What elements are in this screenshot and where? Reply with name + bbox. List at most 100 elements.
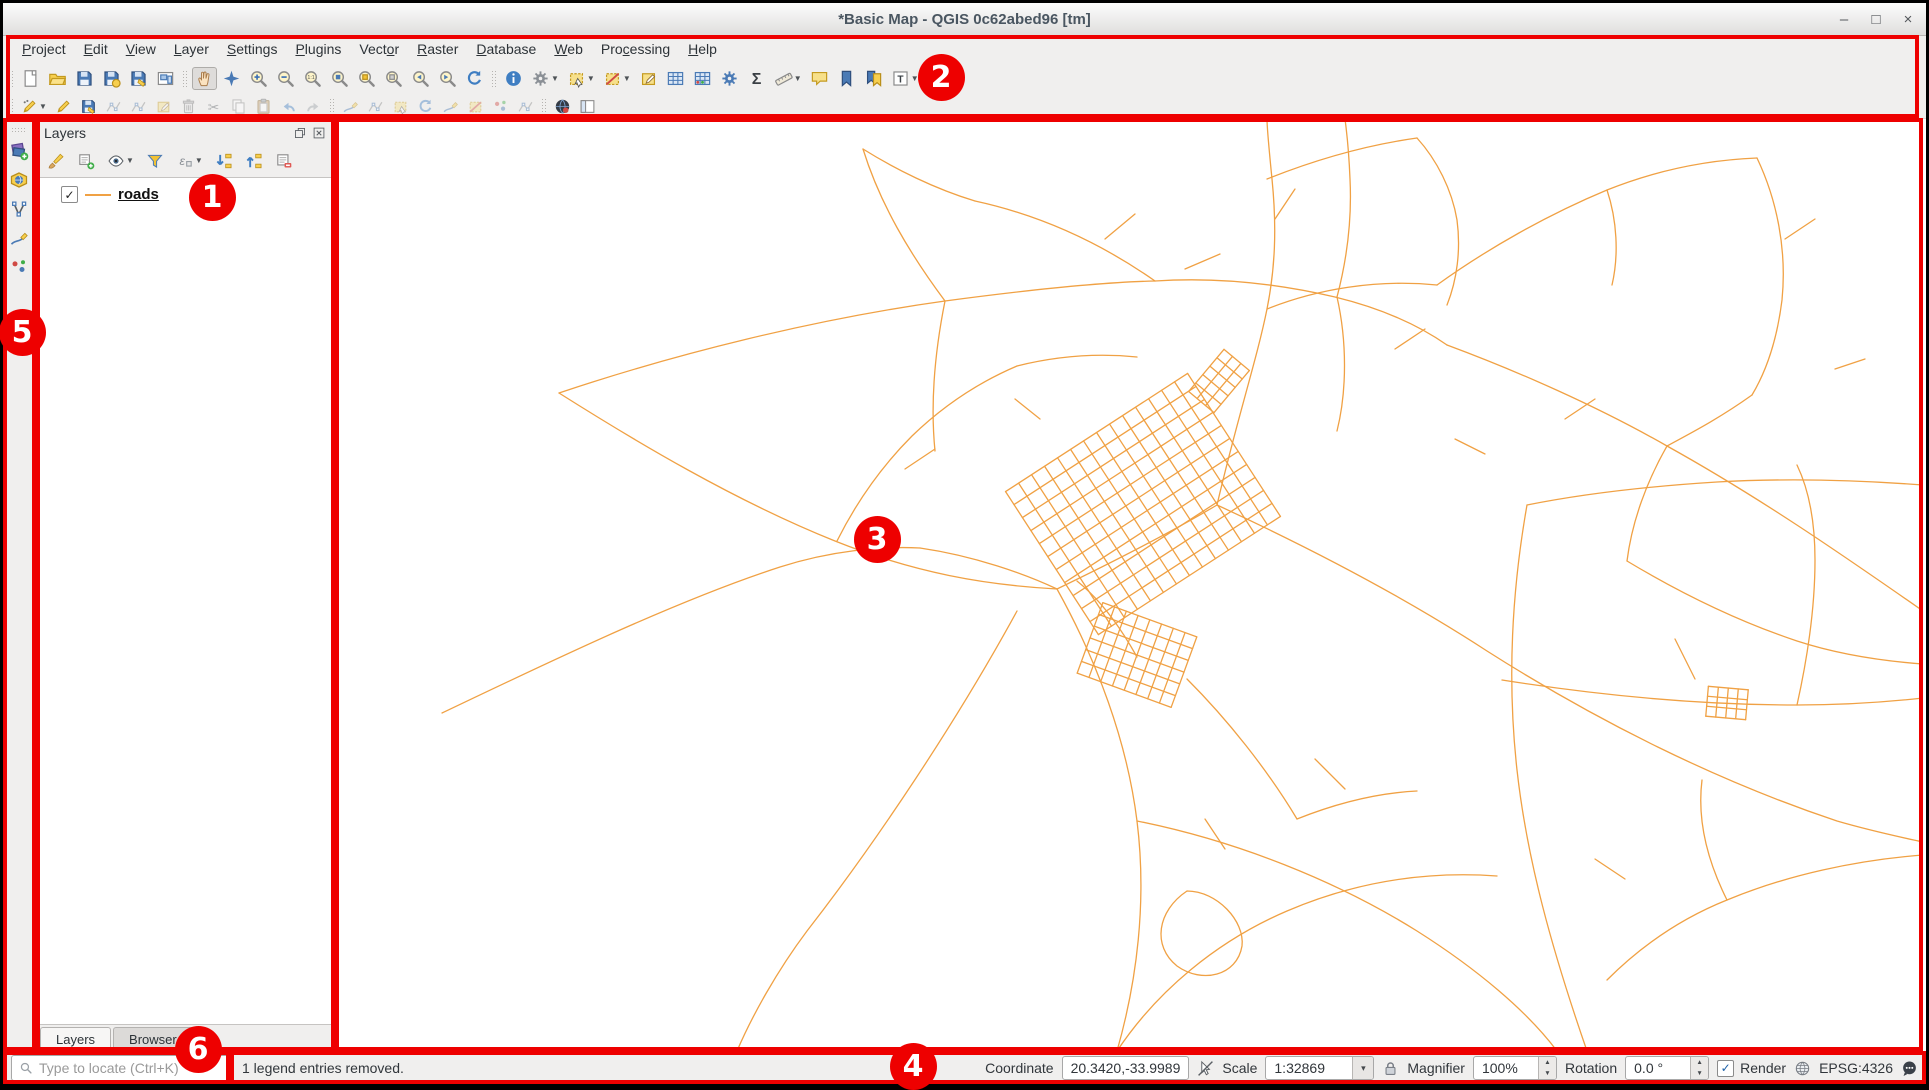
filter-by-expression-button[interactable]: ε▼ <box>173 150 206 172</box>
menu-view[interactable]: View <box>117 38 165 60</box>
open-attribute-table-button[interactable] <box>663 67 688 90</box>
coordinate-value[interactable]: 20.3420,-33.9989 <box>1062 1056 1190 1080</box>
menu-raster[interactable]: Raster <box>408 38 467 60</box>
add-ring-button[interactable] <box>464 96 487 117</box>
expand-all-button[interactable] <box>212 150 236 172</box>
layers-tree[interactable]: ✓ roads <box>38 177 332 1025</box>
run-feature-action-button[interactable]: ▼ <box>528 67 562 90</box>
paste-features-button[interactable] <box>252 96 275 117</box>
save-layer-edits-button[interactable] <box>77 96 100 117</box>
crs-globe-icon[interactable] <box>1794 1060 1811 1077</box>
zoom-last-button[interactable] <box>408 67 433 90</box>
new-print-layout-button[interactable] <box>153 67 178 90</box>
menu-settings[interactable]: Settings <box>218 38 287 60</box>
tab-layers[interactable]: Layers <box>40 1027 111 1051</box>
remove-layer-button[interactable] <box>272 150 296 172</box>
manage-map-themes-button[interactable]: ▼ <box>104 150 137 172</box>
deselect-features-button[interactable]: ▼ <box>600 67 634 90</box>
cut-features-button[interactable]: ✂ <box>202 96 225 117</box>
new-project-button[interactable] <box>18 67 43 90</box>
add-delimited-text-layer-button[interactable] <box>9 257 29 277</box>
save-project-as-button[interactable] <box>99 67 124 90</box>
undo-button[interactable] <box>277 96 300 117</box>
menu-vector[interactable]: Vector <box>350 38 408 60</box>
scale-combobox[interactable]: 1:32869 ▾ <box>1265 1056 1374 1080</box>
text-annotation-button[interactable]: T▼ <box>888 67 922 90</box>
vertex-tool-button[interactable] <box>127 96 150 117</box>
zoom-native-button[interactable]: 1:1 <box>300 67 325 90</box>
new-geopackage-layer-button[interactable] <box>9 228 29 248</box>
menu-help[interactable]: Help <box>679 38 726 60</box>
crs-label[interactable]: EPSG:4326 <box>1819 1060 1893 1076</box>
close-panel-icon[interactable] <box>312 126 326 140</box>
filter-legend-button[interactable] <box>143 150 167 172</box>
redo-button[interactable] <box>302 96 325 117</box>
select-features-button[interactable]: ▼ <box>564 67 598 90</box>
menu-web[interactable]: Web <box>545 38 592 60</box>
messages-icon[interactable] <box>1901 1060 1918 1077</box>
chevron-down-icon[interactable]: ▾ <box>1352 1057 1373 1079</box>
rotate-feature-button[interactable] <box>414 96 437 117</box>
open-data-source-manager-button[interactable] <box>9 141 29 161</box>
zoom-full-button[interactable] <box>327 67 352 90</box>
menu-edit[interactable]: Edit <box>75 38 117 60</box>
split-features-button[interactable] <box>364 96 387 117</box>
measure-line-button[interactable]: ▼ <box>771 67 805 90</box>
add-group-button[interactable] <box>74 150 98 172</box>
current-edits-button[interactable]: ▼ <box>18 96 50 117</box>
digitize-segment-button[interactable] <box>102 96 125 117</box>
save-project-button[interactable] <box>72 67 97 90</box>
identify-features-button[interactable] <box>501 67 526 90</box>
zoom-next-button[interactable] <box>435 67 460 90</box>
open-layer-styling-button[interactable] <box>44 150 68 172</box>
zoom-to-selection-button[interactable] <box>354 67 379 90</box>
zoom-to-layer-button[interactable] <box>381 67 406 90</box>
modify-attributes-button[interactable] <box>152 96 175 117</box>
zoom-in-button[interactable] <box>246 67 271 90</box>
refresh-map-button[interactable] <box>462 67 487 90</box>
toggle-editing-button[interactable] <box>52 96 75 117</box>
locator-search[interactable]: Type to locate (Ctrl+K) <box>11 1055 232 1081</box>
select-by-form-button[interactable] <box>636 67 661 90</box>
layer-label[interactable]: roads <box>118 186 159 203</box>
zoom-out-button[interactable] <box>273 67 298 90</box>
menu-database[interactable]: Database <box>467 38 545 60</box>
field-calculator-button[interactable] <box>690 67 715 90</box>
menu-processing[interactable]: Processing <box>592 38 679 60</box>
pan-map-button[interactable] <box>192 67 217 90</box>
tab-browser[interactable]: Browser <box>113 1027 193 1051</box>
magnifier-spinbox[interactable]: 100% ▲▼ <box>1473 1056 1557 1080</box>
save-as-image-button[interactable] <box>126 67 151 90</box>
maximize-button[interactable]: □ <box>1868 11 1884 28</box>
delete-selected-button[interactable] <box>177 96 200 117</box>
merge-features-button[interactable] <box>389 96 412 117</box>
add-part-button[interactable] <box>489 96 512 117</box>
processing-toolbox-button[interactable] <box>717 67 742 90</box>
menu-project[interactable]: Project <box>13 38 75 60</box>
float-panel-icon[interactable] <box>293 126 307 140</box>
statistical-summary-button[interactable]: Σ <box>744 67 769 90</box>
mouse-tracking-icon[interactable] <box>1197 1060 1214 1077</box>
layer-item-roads[interactable]: ✓ roads <box>39 178 331 203</box>
layer-visibility-checkbox[interactable]: ✓ <box>61 186 78 203</box>
new-shapefile-layer-button[interactable] <box>9 199 29 219</box>
copy-features-button[interactable] <box>227 96 250 117</box>
simplify-feature-button[interactable] <box>439 96 462 117</box>
show-bookmarks-button[interactable] <box>861 67 886 90</box>
menu-plugins[interactable]: Plugins <box>286 38 350 60</box>
new-bookmark-button[interactable] <box>834 67 859 90</box>
metasearch-button[interactable] <box>551 96 574 117</box>
add-spatialite-layer-button[interactable] <box>9 170 29 190</box>
spinner-arrows[interactable]: ▲▼ <box>1538 1057 1556 1079</box>
reshape-features-button[interactable] <box>339 96 362 117</box>
minimize-button[interactable]: – <box>1836 11 1852 28</box>
trim-extend-button[interactable] <box>514 96 537 117</box>
collapse-all-button[interactable] <box>242 150 266 172</box>
open-project-button[interactable] <box>45 67 70 90</box>
rotation-spinbox[interactable]: 0.0 ° ▲▼ <box>1625 1056 1709 1080</box>
map-tips-button[interactable] <box>807 67 832 90</box>
toggle-panel-button[interactable] <box>576 96 599 117</box>
menu-layer[interactable]: Layer <box>165 38 218 60</box>
map-canvas[interactable] <box>335 119 1926 1051</box>
pan-to-selection-button[interactable] <box>219 67 244 90</box>
